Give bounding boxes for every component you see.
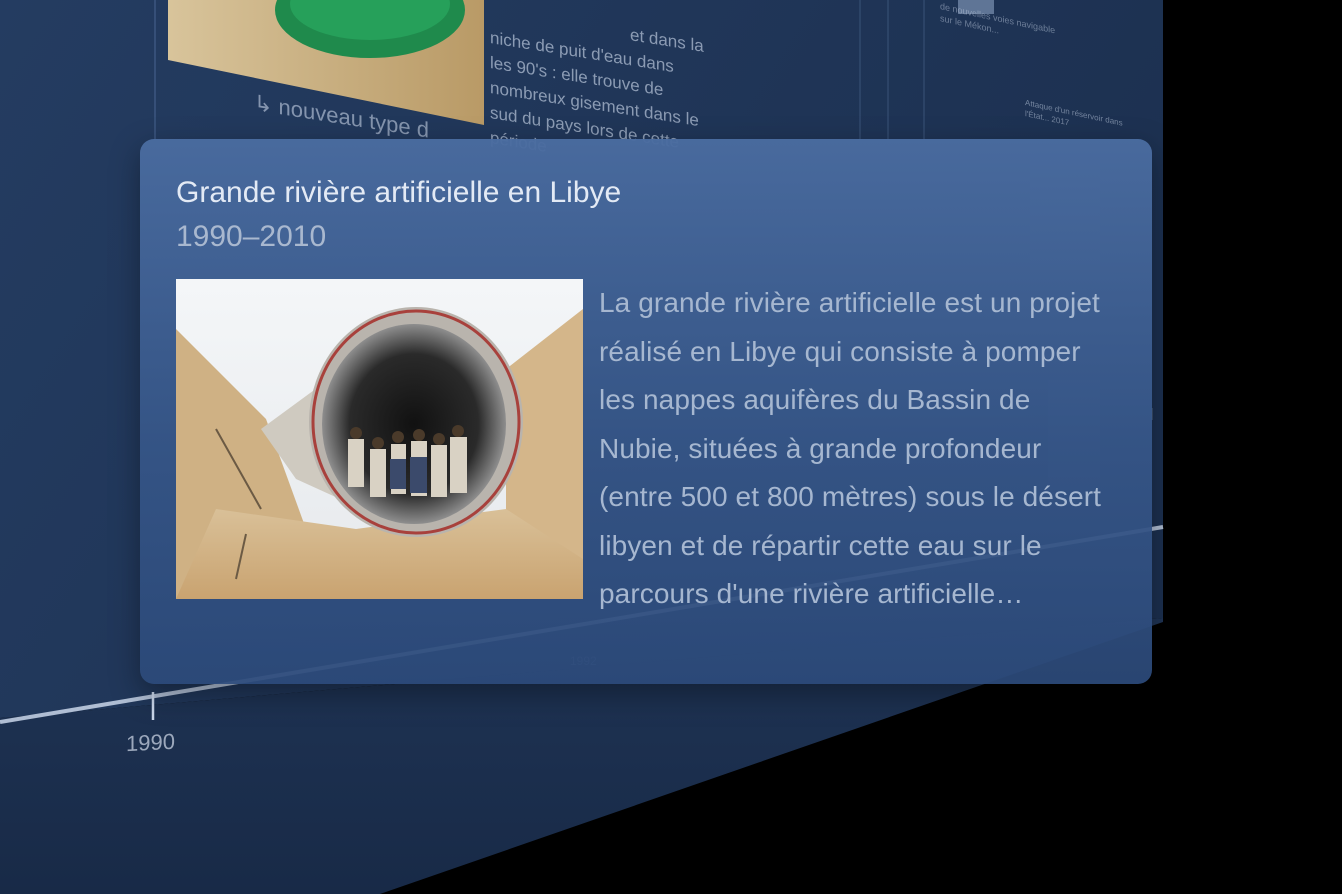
event-card[interactable]: Grande rivière artificielle en Libye 199… (140, 139, 1152, 684)
timeline-view: et dans la niche de puit d'eau dans les … (0, 0, 1342, 894)
event-photo[interactable] (176, 279, 583, 599)
event-dates: 1990–2010 (176, 220, 327, 253)
event-body: La grande rivière artificielle est un pr… (176, 279, 1116, 619)
event-title: Grande rivière artificielle en Libye (176, 176, 622, 209)
timeline-tick-label: 1990 (126, 728, 175, 757)
